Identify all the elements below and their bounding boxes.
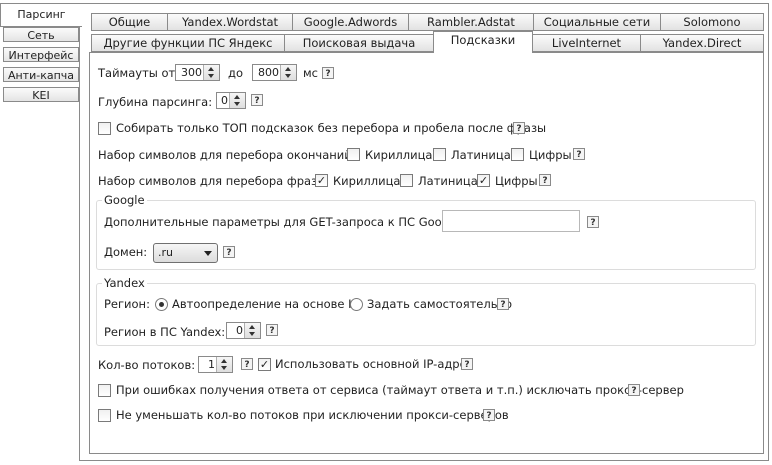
- chevron-down-icon: [204, 251, 212, 256]
- threads-label: Кол-во потоков:: [98, 358, 196, 372]
- yandex-region-manual-radio[interactable]: [350, 298, 363, 311]
- tab-yandex-wordstat[interactable]: Yandex.Wordstat: [167, 13, 293, 31]
- use-main-ip-label: Использовать основной IP-адрес: [275, 357, 474, 371]
- tab-social-networks[interactable]: Социальные сети: [533, 13, 661, 31]
- help-icon[interactable]: ?: [539, 174, 551, 186]
- left-tab-parsing[interactable]: Парсинг: [0, 3, 82, 27]
- yandex-region-manual-label: Задать самостоятельно: [367, 297, 513, 311]
- yandex-region-auto-label: Автоопределение на основе IP: [172, 297, 359, 311]
- timeouts-unit: мс: [303, 66, 318, 80]
- threads-value: 1: [208, 358, 215, 371]
- tab-google-adwords[interactable]: Google.Adwords: [292, 13, 409, 31]
- depth-label: Глубина парсинга:: [98, 95, 213, 109]
- phrases-label: Набор символов для перебора фраз:: [98, 174, 322, 188]
- tab-rambler-adstat[interactable]: Rambler.Adstat: [408, 13, 534, 31]
- google-domain-label: Домен:: [104, 245, 148, 259]
- timeout-to-stepper[interactable]: 800: [252, 64, 297, 81]
- left-tab-network[interactable]: Сеть: [3, 27, 79, 42]
- help-icon[interactable]: ?: [483, 409, 495, 421]
- phrases-cyrillic-checkbox[interactable]: ✓: [315, 174, 328, 187]
- stepper-arrows-icon[interactable]: [244, 323, 260, 338]
- timeout-from-stepper[interactable]: 300: [175, 64, 220, 81]
- depth-value: 0: [221, 94, 228, 107]
- left-tab-interface[interactable]: Интерфейс: [3, 47, 79, 62]
- left-tab-kei[interactable]: KEI: [3, 87, 79, 102]
- exclude-proxy-label: При ошибках получения ответа от сервиса …: [116, 383, 684, 397]
- yandex-region-ps-value: 0: [236, 324, 243, 337]
- keep-threads-label: Не уменьшать кол-во потоков при исключен…: [116, 408, 509, 422]
- google-get-input[interactable]: [442, 210, 580, 232]
- timeouts-to-label: до: [228, 66, 243, 80]
- tab-solomono[interactable]: Solomono: [660, 13, 764, 31]
- help-icon[interactable]: ?: [573, 148, 585, 160]
- left-tab-anticaptcha[interactable]: Анти-капча: [3, 67, 79, 82]
- help-icon[interactable]: ?: [266, 324, 278, 336]
- tab-suggestions[interactable]: Подсказки: [433, 31, 533, 53]
- google-group-title: Google: [102, 193, 147, 207]
- stepper-arrows-icon[interactable]: [203, 65, 219, 80]
- google-domain-value: .ru: [158, 246, 173, 259]
- yandex-region-ps-label: Регион в ПС Yandex:: [104, 325, 226, 339]
- timeouts-label: Таймауты от: [98, 66, 176, 80]
- endings-latin-label: Латиница: [451, 148, 511, 162]
- yandex-group-title: Yandex: [102, 276, 147, 290]
- help-icon[interactable]: ?: [461, 358, 473, 370]
- keep-threads-checkbox[interactable]: [98, 409, 111, 422]
- yandex-region-label: Регион:: [104, 297, 150, 311]
- stepper-arrows-icon[interactable]: [280, 65, 296, 80]
- endings-digits-label: Цифры: [529, 148, 572, 162]
- endings-cyrillic-checkbox[interactable]: [347, 148, 360, 161]
- tab-liveinternet[interactable]: LiveInternet: [532, 34, 641, 52]
- help-icon[interactable]: ?: [251, 94, 263, 106]
- endings-cyrillic-label: Кириллица: [365, 148, 433, 162]
- tab-yandex-other[interactable]: Другие функции ПС Яндекс: [91, 34, 285, 52]
- help-icon[interactable]: ?: [223, 246, 235, 258]
- endings-latin-checkbox[interactable]: [433, 148, 446, 161]
- phrases-digits-label: Цифры: [495, 174, 538, 188]
- help-icon[interactable]: ?: [513, 122, 525, 134]
- use-main-ip-checkbox[interactable]: ✓: [258, 358, 271, 371]
- tab-search-results[interactable]: Поисковая выдача: [284, 34, 434, 52]
- help-icon[interactable]: ?: [241, 358, 253, 370]
- yandex-region-ps-stepper[interactable]: 0: [226, 322, 261, 339]
- phrases-latin-label: Латиница: [418, 174, 478, 188]
- tab-yandex-direct[interactable]: Yandex.Direct: [640, 34, 764, 52]
- tab-general[interactable]: Общие: [91, 13, 168, 31]
- phrases-latin-checkbox[interactable]: [400, 174, 413, 187]
- top-only-checkbox[interactable]: [98, 122, 111, 135]
- depth-stepper[interactable]: 0: [216, 92, 246, 109]
- phrases-digits-checkbox[interactable]: ✓: [477, 174, 490, 187]
- stepper-arrows-icon[interactable]: [216, 357, 232, 372]
- endings-label: Набор символов для перебора окончаний:: [98, 148, 356, 162]
- help-icon[interactable]: ?: [497, 298, 509, 310]
- top-only-label: Собирать только ТОП подсказок без перебо…: [116, 121, 547, 135]
- timeout-from-value: 300: [181, 66, 202, 79]
- google-domain-select[interactable]: .ru: [153, 243, 218, 263]
- stepper-arrows-icon[interactable]: [229, 93, 245, 108]
- phrases-cyrillic-label: Кириллица: [333, 174, 401, 188]
- help-icon[interactable]: ?: [628, 384, 640, 396]
- timeout-to-value: 800: [258, 66, 279, 79]
- google-get-label: Дополнительные параметры для GET-запроса…: [104, 215, 464, 229]
- threads-stepper[interactable]: 1: [198, 356, 233, 373]
- yandex-region-auto-radio[interactable]: [155, 298, 168, 311]
- endings-digits-checkbox[interactable]: [511, 148, 524, 161]
- exclude-proxy-checkbox[interactable]: [98, 384, 111, 397]
- help-icon[interactable]: ?: [587, 216, 599, 228]
- help-icon[interactable]: ?: [322, 67, 334, 79]
